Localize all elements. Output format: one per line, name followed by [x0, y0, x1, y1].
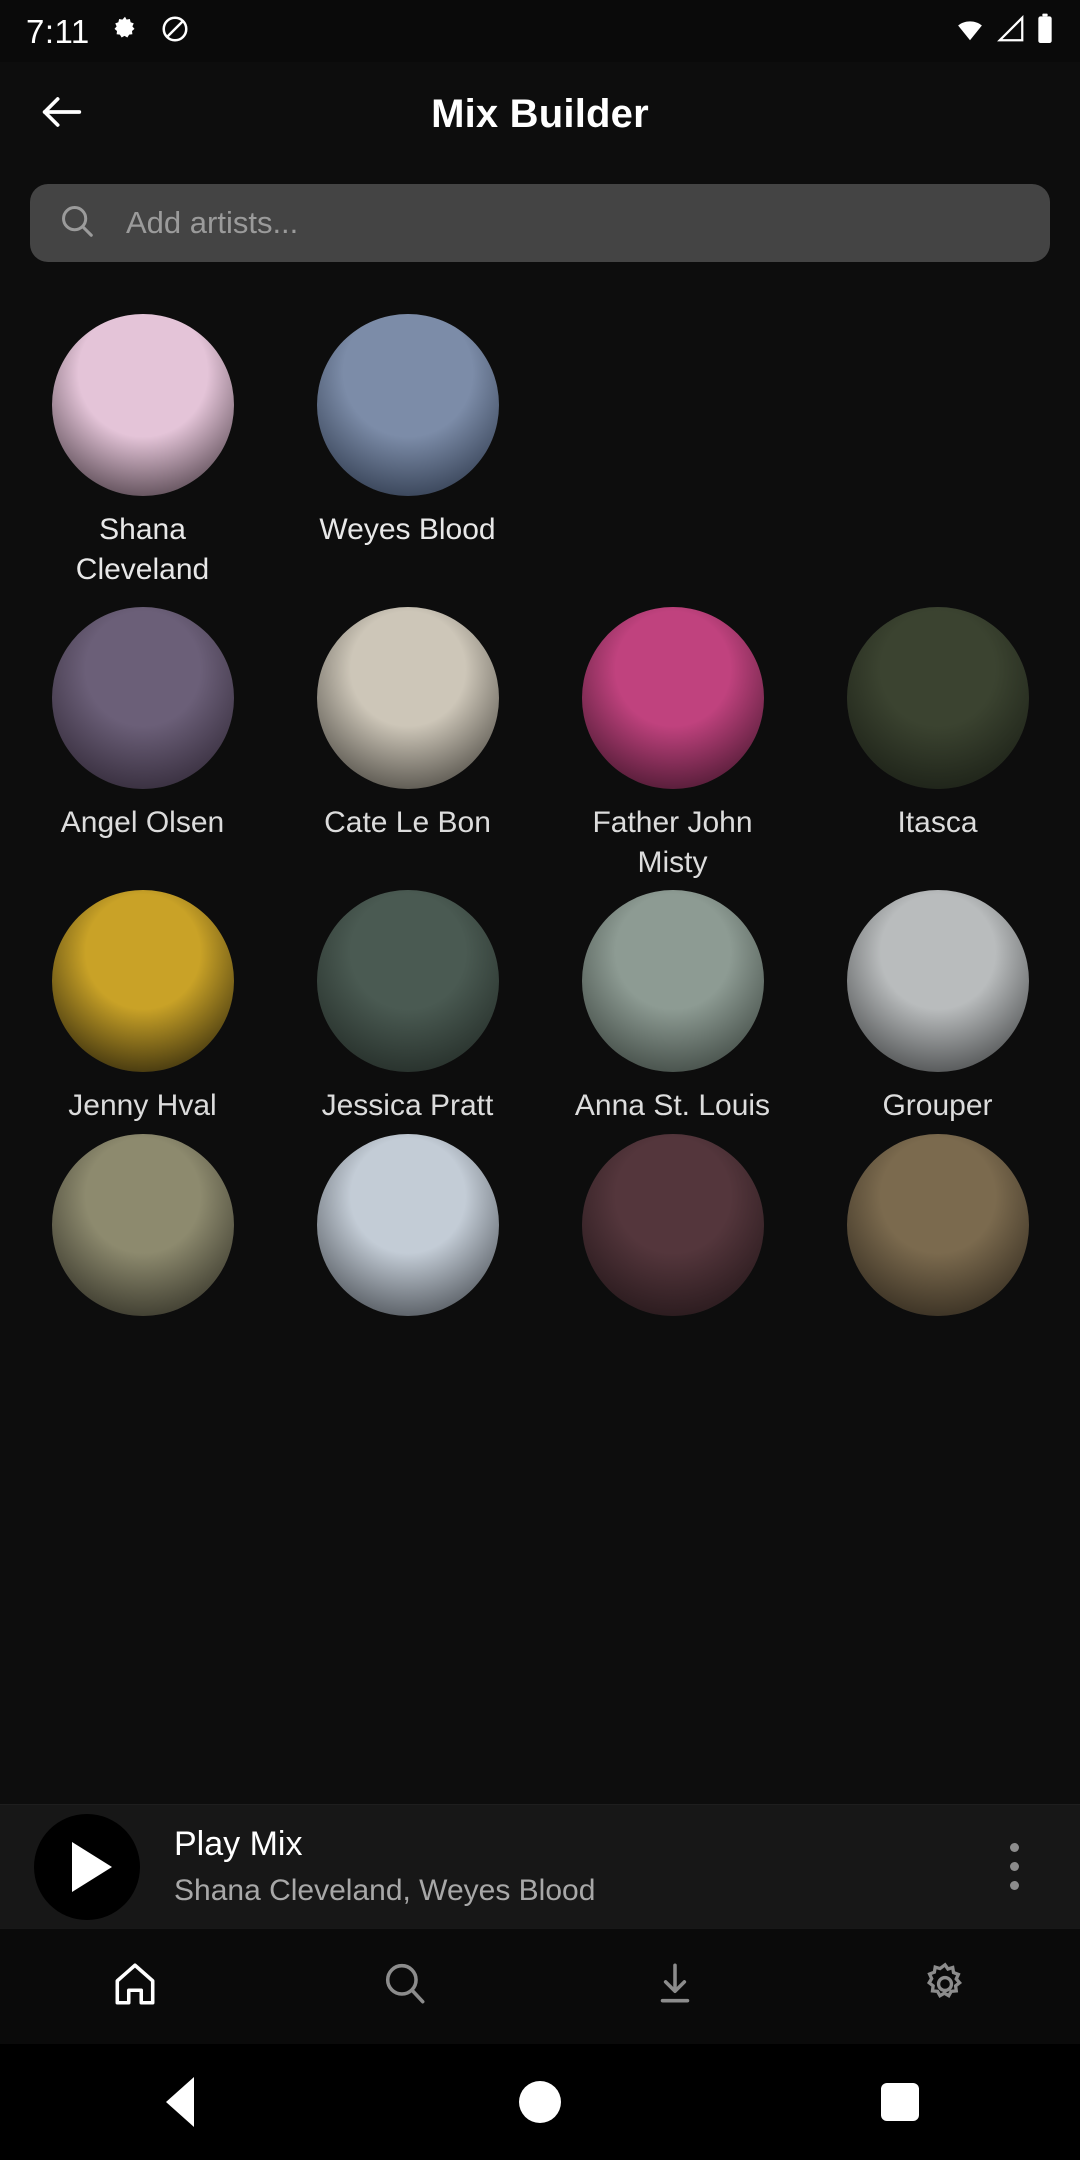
suggested-artist-item[interactable]: Jessica Pratt — [275, 882, 540, 1126]
selected-artist-item[interactable]: Weyes Blood — [275, 306, 540, 589]
nav-item-home[interactable] — [0, 1929, 270, 2044]
cell-signal-icon — [996, 14, 1026, 49]
avatar-image — [51, 314, 234, 496]
suggested-artist-item[interactable] — [805, 1126, 1070, 1330]
avatar-image — [316, 890, 499, 1073]
avatar — [51, 314, 234, 496]
avatar-image — [846, 607, 1029, 790]
android-home-button[interactable] — [360, 2081, 720, 2123]
suggested-artists-grid: Angel Olsen Cate Le Bon Father John Misty I… — [0, 589, 1080, 1330]
avatar-image — [51, 607, 234, 790]
avatar — [581, 607, 764, 790]
android-home-icon — [519, 2081, 561, 2123]
arrow-left-icon — [36, 86, 88, 143]
android-recents-button[interactable] — [720, 2083, 1080, 2121]
suggested-artist-item[interactable]: Cate Le Bon — [275, 599, 540, 882]
search-input[interactable] — [126, 205, 1022, 241]
suggested-artist-item[interactable]: Angel Olsen — [10, 599, 275, 882]
avatar — [316, 890, 499, 1073]
artist-name: Jenny Hval — [68, 1089, 217, 1123]
android-back-icon — [166, 2077, 194, 2127]
page-title: Mix Builder — [431, 91, 649, 136]
battery-icon — [1036, 13, 1054, 50]
play-mix-bar[interactable]: Play Mix Shana Cleveland, Weyes Blood — [0, 1804, 1080, 1928]
avatar — [51, 1133, 234, 1316]
do-not-disturb-icon — [160, 14, 190, 49]
download-icon — [650, 1959, 700, 2014]
android-back-button[interactable] — [0, 2077, 360, 2127]
nav-item-downloads[interactable] — [540, 1929, 810, 2044]
avatar — [316, 607, 499, 790]
artist-name: Anna St. Louis — [574, 1089, 771, 1123]
app-header: Mix Builder — [0, 62, 1080, 166]
status-bar-left: 7:11 — [26, 14, 190, 49]
avatar-image — [846, 890, 1029, 1073]
avatar-image — [316, 1133, 499, 1316]
gear-icon — [110, 14, 140, 49]
artist-name: Father John Misty — [592, 806, 753, 879]
avatar-image — [51, 890, 234, 1073]
avatar-image — [846, 1133, 1029, 1316]
avatar — [51, 890, 234, 1073]
artist-name: Jessica Pratt — [321, 1089, 494, 1123]
avatar — [846, 607, 1029, 790]
home-icon — [110, 1959, 160, 2014]
selected-artist-item[interactable]: Shana Cleveland — [10, 306, 275, 589]
suggested-artist-item[interactable] — [10, 1126, 275, 1330]
search-bar[interactable] — [30, 184, 1050, 262]
search-icon — [58, 202, 96, 245]
nav-item-search[interactable] — [270, 1929, 540, 2044]
status-bar: 7:11 — [0, 0, 1080, 62]
artist-name: Weyes Blood — [319, 513, 496, 546]
avatar-image — [316, 607, 499, 790]
play-mix-title: Play Mix — [174, 1824, 303, 1863]
avatar — [846, 890, 1029, 1073]
suggested-artist-item[interactable]: Jenny Hval — [10, 882, 275, 1126]
app-root: 7:11 Mix Builder Add artists... Shana Cl… — [0, 0, 1080, 2160]
wifi-icon — [954, 14, 986, 49]
bottom-nav-bar — [0, 1928, 1080, 2044]
suggested-artist-item[interactable] — [275, 1126, 540, 1330]
back-button[interactable] — [14, 66, 110, 162]
artist-name: Itasca — [897, 806, 978, 840]
more-vertical-icon[interactable] — [982, 1843, 1046, 1890]
gear-icon — [920, 1959, 970, 2014]
system-nav-bar — [0, 2044, 1080, 2160]
search-icon — [380, 1959, 430, 2014]
artist-name: Grouper — [882, 1089, 993, 1123]
artist-name: Shana Cleveland — [75, 513, 210, 586]
status-time: 7:11 — [26, 12, 90, 50]
avatar — [846, 1133, 1029, 1316]
avatar-image — [581, 607, 764, 790]
nav-item-settings[interactable] — [810, 1929, 1080, 2044]
avatar-image — [581, 890, 764, 1073]
avatar-image — [316, 314, 499, 496]
avatar — [581, 1133, 764, 1316]
content-scroll-area[interactable]: Shana Cleveland Weyes Blood Angel Olsen C… — [0, 262, 1080, 1804]
selected-artists-grid: Shana Cleveland Weyes Blood — [0, 262, 1080, 589]
artist-name: Cate Le Bon — [324, 806, 491, 840]
avatar — [581, 890, 764, 1073]
suggested-artist-item[interactable] — [540, 1126, 805, 1330]
suggested-artist-item[interactable]: Itasca — [805, 599, 1070, 882]
play-mix-text: Play Mix Shana Cleveland, Weyes Blood — [174, 1823, 982, 1911]
suggested-artist-item[interactable]: Father John Misty — [540, 599, 805, 882]
avatar — [316, 1133, 499, 1316]
avatar-image — [581, 1133, 764, 1316]
avatar — [51, 607, 234, 790]
suggested-artist-item[interactable]: Anna St. Louis — [540, 882, 805, 1126]
avatar-image — [51, 1133, 234, 1316]
play-icon — [72, 1841, 112, 1892]
artist-name: Angel Olsen — [60, 806, 225, 840]
status-bar-right — [954, 13, 1054, 50]
android-recents-icon — [881, 2083, 919, 2121]
avatar — [316, 314, 499, 496]
search-section — [0, 166, 1080, 262]
play-button[interactable] — [34, 1813, 140, 1920]
play-mix-subtitle: Shana Cleveland, Weyes Blood — [174, 1874, 596, 1908]
suggested-artist-item[interactable]: Grouper — [805, 882, 1070, 1126]
